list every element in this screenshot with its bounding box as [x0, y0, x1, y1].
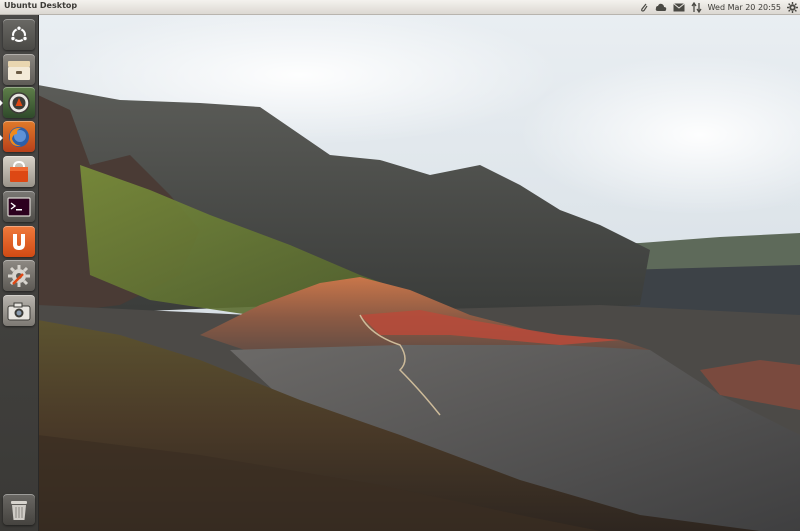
camera-icon	[7, 302, 31, 320]
launcher-screenshot[interactable]	[3, 295, 35, 326]
ubuntu-logo-icon	[10, 25, 28, 42]
launcher-trash[interactable]	[3, 494, 35, 525]
file-cabinet-icon	[8, 60, 30, 80]
clock-label: Wed Mar 20 20:55	[707, 2, 781, 12]
clock[interactable]: Wed Mar 20 20:55	[708, 0, 781, 14]
launcher	[0, 15, 39, 531]
launcher-ubuntu-one[interactable]	[3, 226, 35, 257]
mail-icon[interactable]	[672, 0, 685, 14]
launcher-software-center[interactable]	[3, 156, 35, 187]
paperclip-icon[interactable]	[639, 0, 649, 14]
ubuntu-one-icon	[13, 233, 25, 250]
launcher-terminal[interactable]	[3, 191, 35, 222]
launcher-files[interactable]	[3, 54, 35, 85]
gear-icon[interactable]	[787, 0, 798, 14]
launcher-dash-home[interactable]	[3, 19, 35, 50]
panel-title: Ubuntu Desktop	[4, 1, 78, 10]
top-panel: Ubuntu Desktop Wed Mar 20 20:55	[0, 0, 800, 15]
launcher-firefox[interactable]	[3, 121, 35, 152]
cloud-icon[interactable]	[655, 0, 667, 14]
indicator-area: Wed Mar 20 20:55	[633, 0, 798, 14]
firefox-icon	[9, 126, 29, 147]
update-manager-icon	[8, 91, 30, 114]
terminal-icon	[7, 196, 31, 217]
launcher-system-settings[interactable]	[3, 260, 35, 291]
trash-icon	[11, 500, 27, 520]
shopping-bag-icon	[10, 160, 28, 182]
desktop-wallpaper	[0, 15, 800, 531]
launcher-update-manager[interactable]	[3, 87, 35, 118]
settings-icon	[8, 264, 30, 287]
network-arrows-icon[interactable]	[691, 0, 702, 14]
